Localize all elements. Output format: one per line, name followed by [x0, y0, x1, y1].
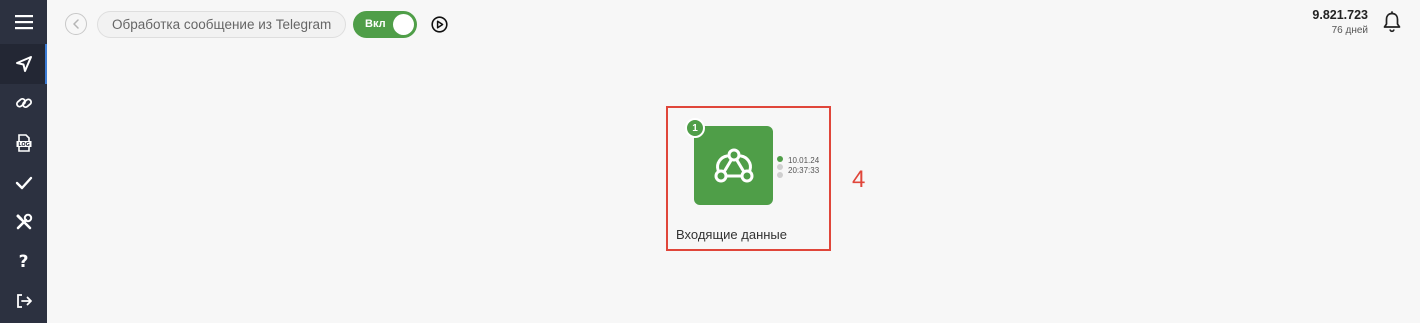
balance-info: 9.821.723 76 дней: [1312, 8, 1368, 38]
back-button[interactable]: [65, 13, 87, 35]
status-dot-idle: [777, 172, 783, 178]
tools-icon: [16, 213, 32, 230]
logout-icon: [16, 294, 32, 308]
chevron-left-icon: [73, 19, 79, 29]
log-icon: LOG: [16, 134, 31, 152]
webhook-node[interactable]: [694, 126, 773, 205]
status-dot-success: [777, 156, 783, 162]
balance-days: 76 дней: [1331, 25, 1368, 36]
link-icon: [15, 97, 32, 109]
node-last-run-time: 20:37:33: [788, 166, 820, 175]
annotation-number: 4: [852, 166, 866, 193]
webhook-icon: [714, 148, 753, 182]
balance-value: 9.821.723: [1312, 8, 1368, 22]
log-icon-label: LOG: [18, 142, 29, 148]
scenario-title-field[interactable]: Обработка сообщение из Telegram: [97, 11, 347, 38]
menu-icon: [14, 15, 33, 30]
sidebar-item-scenarios[interactable]: [0, 44, 47, 84]
node-last-run-date: 10.01.24: [788, 156, 820, 165]
toggle-label: Вкл: [365, 18, 386, 30]
scenario-toggle[interactable]: Вкл: [353, 11, 417, 38]
node-title[interactable]: Входящие данные: [676, 227, 787, 242]
sidebar-item-tools[interactable]: [0, 202, 47, 242]
sidebar-item-tasks[interactable]: [0, 163, 47, 203]
run-button[interactable]: [431, 16, 448, 33]
check-icon: [15, 176, 32, 190]
send-icon: [15, 56, 32, 72]
help-icon: ?: [18, 252, 29, 272]
sidebar-item-help[interactable]: ?: [0, 242, 47, 282]
bell-icon: [1383, 11, 1401, 33]
menu-button[interactable]: [0, 2, 47, 42]
sidebar-item-logout[interactable]: [0, 281, 47, 321]
notifications-button[interactable]: [1382, 11, 1402, 33]
node-step-badge: 1: [685, 118, 705, 138]
node-last-run: 10.01.24 20:37:33: [788, 156, 819, 176]
sidebar: LOG ?: [0, 0, 47, 323]
scenario-title: Обработка сообщение из Telegram: [112, 17, 332, 32]
play-circle-icon: [431, 16, 448, 33]
sidebar-item-connections[interactable]: [0, 83, 47, 123]
status-dot-idle: [777, 164, 783, 170]
sidebar-item-logs[interactable]: LOG: [0, 123, 47, 163]
toggle-knob: [393, 14, 414, 35]
